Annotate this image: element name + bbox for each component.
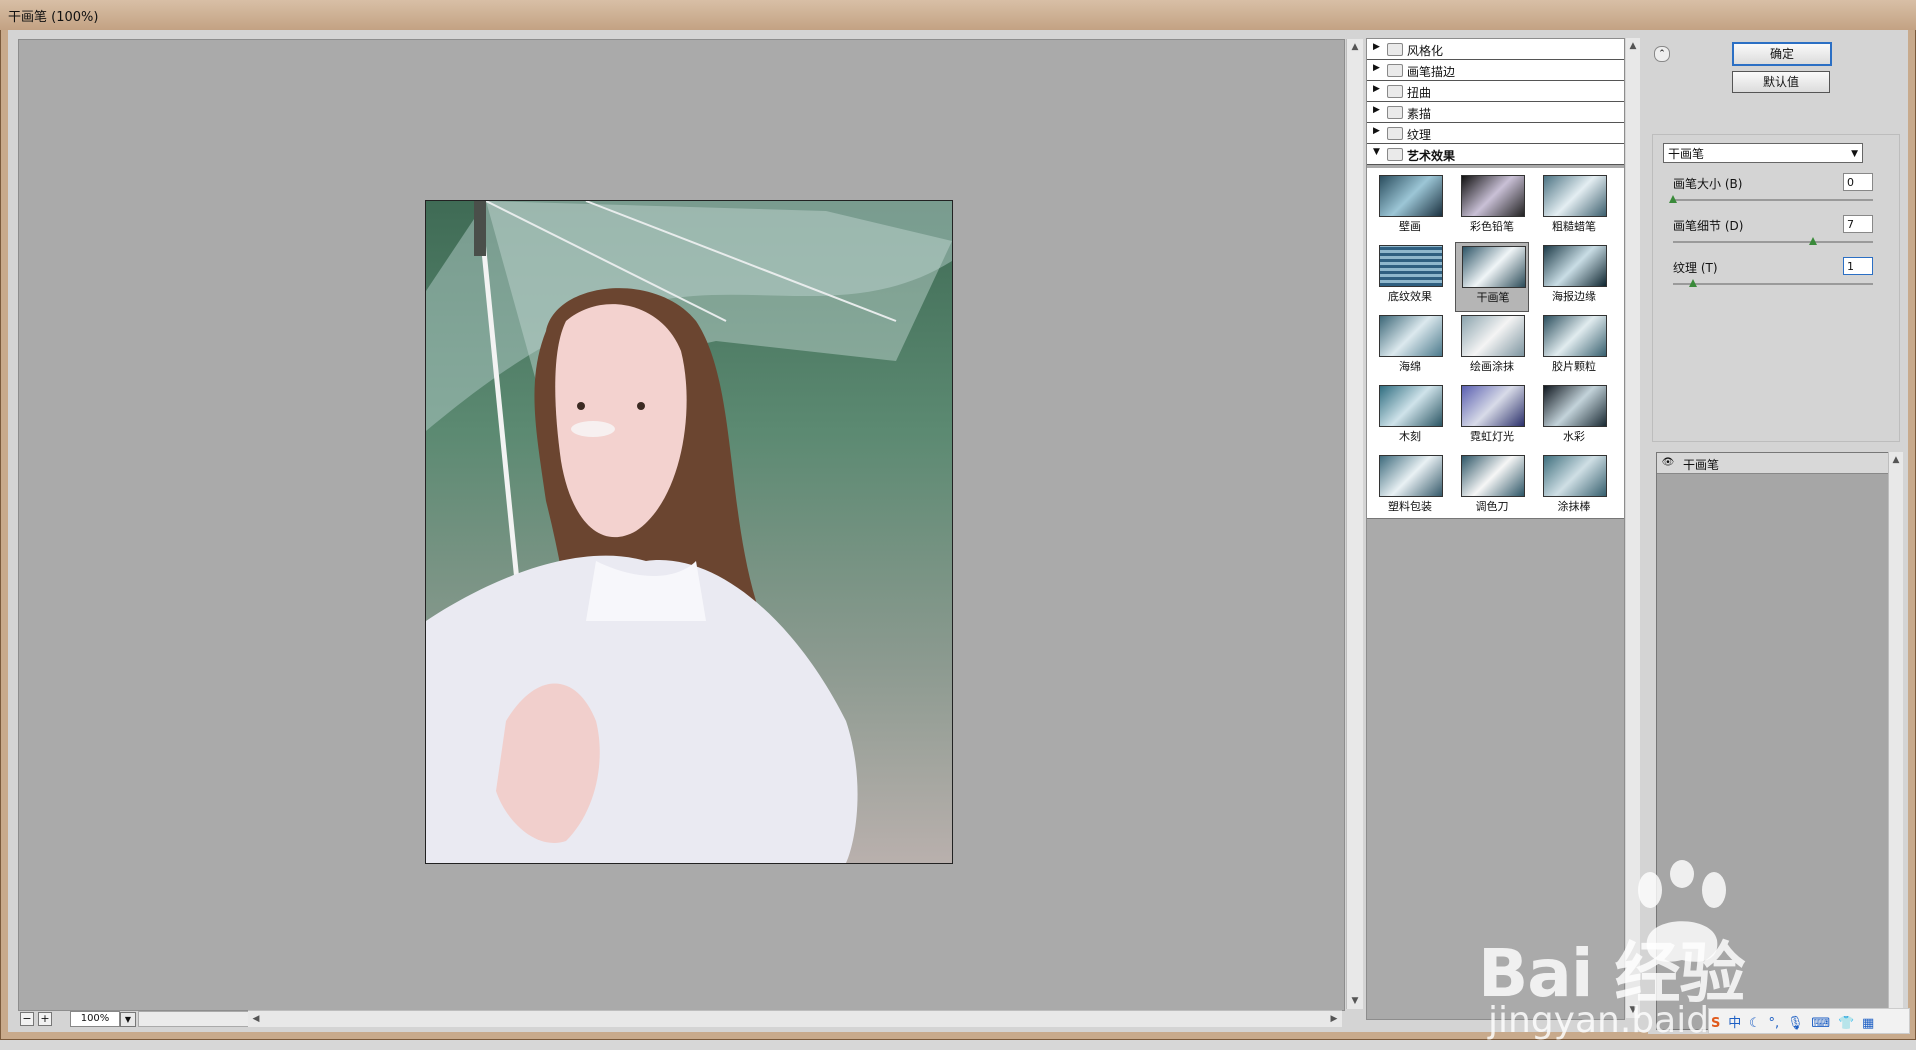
slider-knob[interactable] [1669, 195, 1677, 203]
texture-label: 纹理 (T) [1673, 261, 1718, 275]
folder-icon [1387, 127, 1403, 140]
filter-preview-image [1379, 175, 1443, 217]
folder-icon [1387, 106, 1403, 119]
expand-triangle-icon[interactable]: ▶ [1373, 126, 1380, 136]
window-title: 干画笔 (100%) [8, 10, 99, 25]
scroll-up-arrow-icon[interactable]: ▲ [1626, 38, 1640, 54]
filter-select[interactable]: 干画笔 ▼ [1663, 143, 1863, 163]
collapse-triangle-icon[interactable]: ▼ [1373, 147, 1380, 157]
zoom-dropdown-icon[interactable]: ▼ [120, 1012, 136, 1027]
category-stylize[interactable]: ▶ 风格化 [1367, 39, 1624, 60]
filter-thumb[interactable]: 彩色铅笔 [1455, 172, 1529, 242]
filter-dialog: ▲ ▼ − + 100% ▼ ◀ ▶ ▶ 风格化 ▶ 画笔描边 ▶ 扭曲 ▶ 素… [8, 30, 1908, 1041]
sogou-logo-icon[interactable]: S [1711, 1016, 1720, 1031]
punctuation-icon[interactable]: °, [1769, 1016, 1780, 1031]
preview-canvas[interactable] [18, 39, 1345, 1011]
filter-thumb[interactable]: 海绵 [1373, 312, 1447, 382]
default-button[interactable]: 默认值 [1732, 71, 1830, 93]
brush-detail-label: 画笔细节 (D) [1673, 219, 1744, 233]
scroll-right-arrow-icon[interactable]: ▶ [1326, 1011, 1342, 1027]
filter-preview-image [1543, 175, 1607, 217]
brush-size-label: 画笔大小 (B) [1673, 177, 1743, 191]
folder-icon [1387, 64, 1403, 77]
filter-preview-image [1462, 246, 1526, 288]
filter-thumb[interactable]: 涂抹棒 [1537, 452, 1611, 522]
moon-icon[interactable]: ☾ [1749, 1016, 1761, 1031]
scroll-up-arrow-icon[interactable]: ▲ [1889, 452, 1903, 468]
filter-thumb[interactable]: 塑料包装 [1373, 452, 1447, 522]
zoom-in-button[interactable]: + [38, 1012, 52, 1026]
filter-thumb[interactable]: 胶片颗粒 [1537, 312, 1611, 382]
eye-icon[interactable]: 👁 [1661, 457, 1675, 469]
filter-preview-image [1543, 385, 1607, 427]
scroll-left-arrow-icon[interactable]: ◀ [248, 1011, 264, 1027]
filter-thumbnails: 壁画 彩色铅笔 粗糙蜡笔 底纹效果 干画笔 海报边缘 海绵 绘画涂抹 胶片颗粒 … [1367, 168, 1624, 519]
filter-thumb[interactable]: 海报边缘 [1537, 242, 1611, 312]
filter-preview-image [1379, 385, 1443, 427]
brush-detail-field[interactable]: 7 [1843, 215, 1873, 233]
preview-image [425, 200, 953, 864]
filter-thumb[interactable]: 底纹效果 [1373, 242, 1447, 312]
texture-field[interactable]: 1 [1843, 257, 1873, 275]
category-brush-strokes[interactable]: ▶ 画笔描边 [1367, 60, 1624, 81]
ok-button[interactable]: 确定 [1732, 42, 1832, 66]
brush-size-field[interactable]: 0 [1843, 173, 1873, 191]
brush-size-slider[interactable] [1669, 195, 1873, 203]
slider-knob[interactable] [1809, 237, 1817, 245]
filter-thumb[interactable]: 霓虹灯光 [1455, 382, 1529, 452]
expand-triangle-icon[interactable]: ▶ [1373, 84, 1380, 94]
texture-slider[interactable] [1673, 279, 1873, 287]
category-texture[interactable]: ▶ 纹理 [1367, 123, 1624, 144]
filter-thumb[interactable]: 调色刀 [1455, 452, 1529, 522]
folder-icon [1387, 85, 1403, 98]
skin-icon[interactable]: 👕 [1838, 1016, 1854, 1031]
category-artistic[interactable]: ▼ 艺术效果 [1367, 144, 1624, 165]
expand-triangle-icon[interactable]: ▶ [1373, 42, 1380, 52]
folder-open-icon [1387, 148, 1403, 161]
filter-thumb[interactable]: 壁画 [1373, 172, 1447, 242]
filter-thumb[interactable]: 木刻 [1373, 382, 1447, 452]
ime-language[interactable]: 中 [1728, 1012, 1741, 1031]
zoom-level-field[interactable]: 100% [70, 1011, 120, 1027]
scroll-up-arrow-icon[interactable]: ▲ [1347, 39, 1363, 55]
filter-preview-image [1543, 245, 1607, 287]
preview-vertical-scrollbar[interactable]: ▲ ▼ [1346, 39, 1363, 1009]
scroll-down-arrow-icon[interactable]: ▼ [1347, 993, 1363, 1009]
title-bar[interactable]: 干画笔 (100%) [0, 0, 1916, 30]
filter-thumb-selected[interactable]: 干画笔 [1455, 242, 1529, 312]
effect-layer-row[interactable]: 👁 干画笔 [1657, 453, 1889, 474]
filter-thumb[interactable]: 水彩 [1537, 382, 1611, 452]
zoom-status-bar [138, 1011, 258, 1027]
collapse-gallery-icon[interactable]: ⌃ [1654, 46, 1670, 62]
layers-scrollbar[interactable]: ▲ ▼ [1888, 452, 1903, 1028]
category-distort[interactable]: ▶ 扭曲 [1367, 81, 1624, 102]
slider-knob[interactable] [1689, 279, 1697, 287]
microphone-icon[interactable]: 🎙 [1787, 1016, 1804, 1031]
preview-horizontal-scrollbar[interactable]: ◀ ▶ [248, 1010, 1342, 1027]
zoom-out-button[interactable]: − [20, 1012, 34, 1026]
filter-preview-image [1379, 245, 1443, 287]
expand-triangle-icon[interactable]: ▶ [1373, 105, 1380, 115]
expand-triangle-icon[interactable]: ▶ [1373, 63, 1380, 73]
brush-detail-slider[interactable] [1673, 237, 1873, 245]
filter-settings: 干画笔 ▼ 画笔大小 (B) 0 画笔细节 (D) 7 纹理 (T) 1 [1652, 134, 1900, 442]
folder-icon [1387, 43, 1403, 56]
filter-preview-image [1379, 315, 1443, 357]
filter-preview-image [1461, 315, 1525, 357]
ime-toolbar: S 中 ☾ °, 🎙 ⌨ 👕 ▦ [1708, 1008, 1910, 1034]
category-sketch[interactable]: ▶ 素描 [1367, 102, 1624, 123]
filter-thumb[interactable]: 绘画涂抹 [1455, 312, 1529, 382]
filter-preview-image [1461, 385, 1525, 427]
tools-icon[interactable]: ▦ [1862, 1016, 1874, 1031]
filter-preview-image [1379, 455, 1443, 497]
filter-preview-image [1461, 175, 1525, 217]
filter-preview-image [1543, 315, 1607, 357]
keyboard-icon[interactable]: ⌨ [1811, 1016, 1830, 1031]
chevron-down-icon: ▼ [1851, 149, 1858, 159]
filter-preview-image [1461, 455, 1525, 497]
filter-thumb[interactable]: 粗糙蜡笔 [1537, 172, 1611, 242]
filter-preview-image [1543, 455, 1607, 497]
